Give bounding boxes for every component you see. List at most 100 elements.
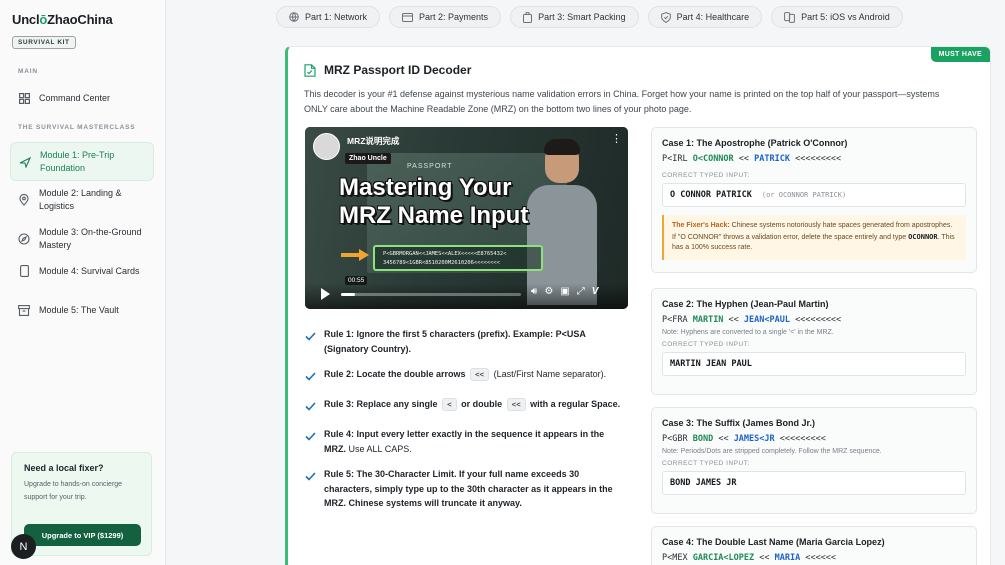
case-title: Case 4: The Double Last Name (Maria Garc…	[662, 537, 885, 547]
tab-part-3[interactable]: Part 3: Smart Packing	[510, 6, 639, 28]
channel-avatar[interactable]	[313, 133, 340, 160]
mrz-last-name: BOND	[692, 434, 714, 444]
video-progress-bar[interactable]	[341, 293, 521, 296]
tab-part-4[interactable]: Part 4: Healthcare	[647, 6, 763, 28]
must-have-badge: MUST HAVE	[930, 47, 990, 62]
tab-label: Part 2: Payments	[419, 12, 489, 22]
settings-icon[interactable]: ⚙︎	[544, 286, 553, 297]
mrz-first-name: JEAN<PAUL	[743, 315, 790, 325]
case-card-4: Case 4: The Double Last Name (Maria Garc…	[651, 526, 977, 565]
user-avatar[interactable]: N	[11, 534, 36, 559]
typed-input-label: CORRECT TYPED INPUT:	[662, 341, 750, 348]
rule-code: <<	[506, 398, 526, 411]
case-mrz: P<MEX GARCIA<LOPEZ << MARIA <<<<<<	[662, 553, 966, 563]
rule-text-rest: (Last/First Name separator).	[493, 369, 607, 379]
mrz-filler: <<<<<<<<<	[789, 315, 842, 325]
typed-input-box[interactable]: O CONNOR PATRICK (or OCONNOR PATRICK)	[662, 183, 966, 207]
video-channel[interactable]: Zhao Uncle	[345, 153, 391, 164]
typed-value: BOND JAMES JR	[670, 478, 737, 488]
tab-part-5[interactable]: Part 5: iOS vs Android	[771, 6, 903, 28]
checkmark-icon	[305, 468, 316, 511]
more-options-icon[interactable]: ⋮	[611, 134, 622, 145]
play-icon[interactable]	[321, 288, 330, 300]
typed-value: MARTIN JEAN PAUL	[670, 359, 752, 369]
mrz-first-name: MARIA	[774, 553, 801, 563]
passport-label: PASSPORT	[407, 163, 453, 170]
case-note: Note: Periods/Dots are stripped complete…	[662, 448, 882, 455]
mrz-separator: <<	[713, 434, 734, 444]
typed-input-box[interactable]: MARTIN JEAN PAUL	[662, 352, 966, 376]
brand-logo[interactable]: UnclōZhaoChina	[12, 12, 113, 27]
fixer-description: Upgrade to hands-on concierge support fo…	[24, 481, 123, 501]
list-item: Rule 4: Input every letter exactly in th…	[305, 427, 625, 456]
video-title[interactable]: MRZ说明完成	[347, 135, 399, 147]
mrz-prefix: P<GBR	[662, 434, 693, 444]
phone-icon	[18, 265, 30, 278]
sidebar-item-label: Module 3: On-the-Ground Mastery	[39, 227, 142, 250]
typed-value: O CONNOR PATRICK	[670, 190, 752, 200]
sidebar-item-module-1[interactable]: Module 1: Pre-Trip Foundation	[10, 142, 154, 181]
rule-text: with a regular Space.	[530, 399, 621, 409]
mrz-separator: <<	[754, 553, 775, 563]
sidebar-item-module-3[interactable]: Module 3: On-the-Ground Mastery	[10, 220, 154, 257]
checkmark-icon	[305, 368, 316, 386]
rule-code: <<	[470, 368, 490, 381]
intro-paragraph: This decoder is your #1 defense against …	[304, 89, 940, 114]
sidebar-item-command-center[interactable]: Command Center	[10, 86, 154, 111]
checkmark-icon	[305, 428, 316, 456]
rule-text: Rule 1: Ignore the first 5 characters (p…	[324, 329, 586, 354]
overlay-line-1: Mastering Your	[339, 174, 512, 201]
sidebar-item-module-5[interactable]: Module 5: The Vault	[10, 298, 154, 323]
phones-icon	[784, 11, 796, 23]
card-icon	[402, 12, 414, 22]
mrz-prefix: P<FRA	[662, 315, 693, 325]
vimeo-logo-icon[interactable]: V	[592, 286, 599, 297]
mrz-first-name: JAMES<JR	[733, 434, 775, 444]
mrz-prefix: P<MEX	[662, 553, 693, 563]
mrz-line-2: 3456789<1GBR<8510200M2610206<<<<<<<<	[383, 260, 500, 266]
page-title: MRZ Passport ID Decoder	[324, 63, 472, 77]
case-mrz: P<GBR BOND << JAMES<JR <<<<<<<<<	[662, 434, 966, 444]
plane-icon	[19, 156, 31, 168]
volume-icon[interactable]: 🔊︎	[531, 286, 537, 297]
mrz-filler: <<<<<<<<<	[789, 154, 842, 164]
video-player[interactable]: PASSPORT MRZ说明完成 Zhao Uncle ⋮ Mastering …	[305, 127, 628, 309]
case-title: Case 1: The Apostrophe (Patrick O'Connor…	[662, 138, 848, 148]
document-icon	[304, 63, 316, 77]
rule-text: Rule 2: Locate the double arrows	[324, 369, 466, 379]
rule-code: <	[442, 398, 457, 411]
arrow-icon	[341, 249, 369, 261]
tab-part-2[interactable]: Part 2: Payments	[389, 6, 502, 28]
tab-part-1[interactable]: Part 1: Network	[276, 6, 381, 28]
sidebar-item-module-2[interactable]: Module 2: Landing & Logistics	[10, 181, 154, 218]
hack-label: The Fixer's Hack:	[672, 222, 730, 229]
fixer-hack-callout: The Fixer's Hack: Chinese systems notori…	[662, 215, 966, 260]
sidebar-item-label: Module 5: The Vault	[39, 305, 119, 315]
sidebar-item-label: Command Center	[39, 93, 111, 103]
luggage-icon	[523, 11, 533, 23]
sidebar: UnclōZhaoChina SURVIVAL KIT MAIN Command…	[0, 0, 166, 565]
mrz-line-1: P<GBRMORGAN<<JAMES<<ALEX<<<<<E8765432<	[383, 251, 507, 257]
mrz-prefix: P<IRL	[662, 154, 693, 164]
sidebar-item-label: Module 1: Pre-Trip Foundation	[40, 150, 115, 173]
sidebar-item-module-4[interactable]: Module 4: Survival Cards	[10, 259, 154, 284]
tab-label: Part 4: Healthcare	[676, 12, 750, 22]
mrz-decoder-card: MUST HAVE MRZ Passport ID Decoder This d…	[285, 46, 991, 565]
tab-label: Part 1: Network	[305, 12, 368, 22]
typed-input-label: CORRECT TYPED INPUT:	[662, 172, 750, 179]
globe-icon	[289, 12, 299, 22]
typed-input-box[interactable]: BOND JAMES JR	[662, 471, 966, 495]
pip-icon[interactable]: ▣	[560, 286, 569, 297]
mrz-last-name: MARTIN	[692, 315, 724, 325]
case-title: Case 2: The Hyphen (Jean-Paul Martin)	[662, 299, 829, 309]
tab-label: Part 3: Smart Packing	[538, 12, 626, 22]
brand-text-accent: ō	[39, 12, 48, 27]
part-tabs: Part 1: Network Part 2: Payments Part 3:…	[276, 6, 903, 28]
fullscreen-icon[interactable]: ⤢	[577, 286, 585, 297]
upgrade-vip-button[interactable]: Upgrade to VIP ($1299)	[24, 524, 141, 546]
mrz-separator: <<	[723, 315, 744, 325]
tab-label: Part 5: iOS vs Android	[801, 12, 890, 22]
list-item: Rule 2: Locate the double arrows << (Las…	[305, 367, 625, 386]
list-item: Rule 1: Ignore the first 5 characters (p…	[305, 327, 625, 356]
brand-text-pre: Uncl	[12, 12, 40, 27]
